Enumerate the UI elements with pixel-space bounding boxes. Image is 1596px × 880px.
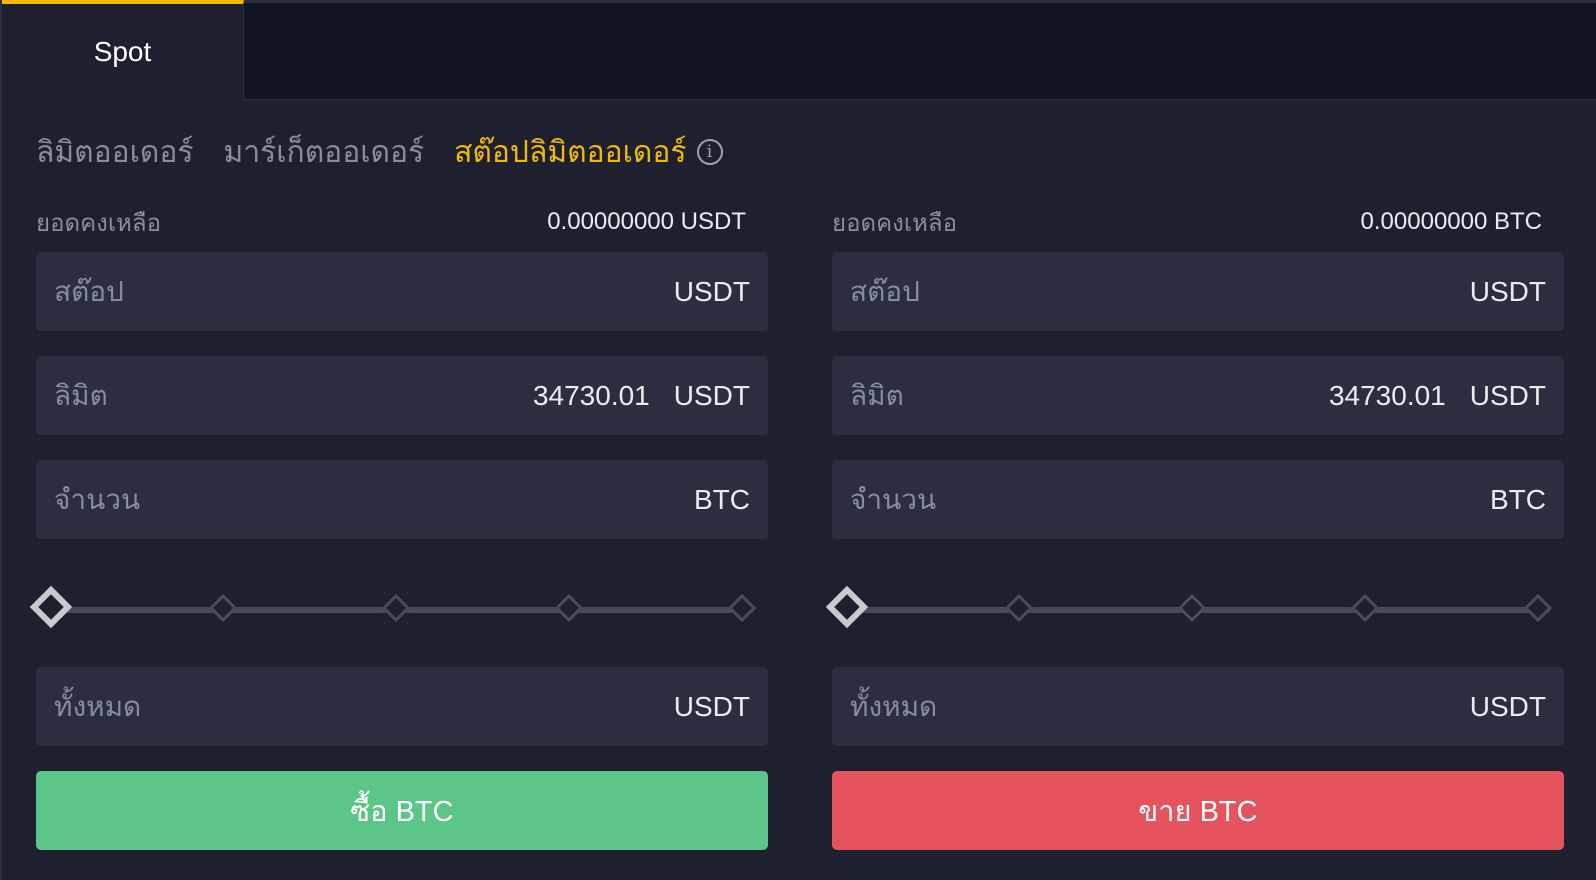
order-type-tabs: ลิมิตออเดอร์ มาร์เก็ตออเดอร์ สต๊อปลิมิตอ… [36,130,723,174]
buy-slider-step-25[interactable] [208,593,238,623]
tab-limit-order[interactable]: ลิมิตออเดอร์ [36,129,194,176]
tab-market-order[interactable]: มาร์เก็ตออเดอร์ [224,129,425,176]
sell-stop-label: สต๊อป [850,275,920,307]
buy-amount-unit: BTC [694,483,750,515]
sell-slider-handle[interactable] [825,585,869,629]
sell-balance-row: ยอดคงเหลือ 0.00000000 BTC [832,200,1564,244]
tab-bar-empty [244,0,1596,100]
sell-slider-step-75[interactable] [1350,593,1380,623]
info-icon[interactable]: i [696,139,723,165]
tab-bar: Spot [2,0,1596,100]
sell-percent-slider[interactable] [825,585,1564,631]
buy-slider-step-100[interactable] [727,593,757,623]
sell-stop-field[interactable]: สต๊อป USDT [832,252,1564,331]
sell-limit-unit: USDT [1469,379,1546,411]
buy-total-field[interactable]: ทั้งหมด USDT [36,667,768,746]
sell-slider-step-50[interactable] [1177,593,1207,623]
buy-stop-label: สต๊อป [54,275,124,307]
sell-total-label: ทั้งหมด [850,690,938,722]
buy-slider-handle[interactable] [29,585,73,629]
buy-btc-button[interactable]: ซื้อ BTC [36,771,768,850]
buy-slider-step-75[interactable] [554,593,584,623]
sell-slider-step-25[interactable] [1004,593,1034,623]
sell-limit-value[interactable]: 34730.01 [1329,380,1446,412]
buy-slider-step-50[interactable] [381,593,411,623]
sell-slider-step-100[interactable] [1523,593,1553,623]
buy-balance-row: ยอดคงเหลือ 0.00000000 USDT [36,200,768,244]
buy-stop-field[interactable]: สต๊อป USDT [36,252,768,331]
buy-stop-unit: USDT [673,275,750,307]
sell-total-unit: USDT [1469,690,1546,722]
sell-balance-value: 0.00000000 BTC [1360,208,1542,235]
sell-limit-label: ลิมิต [850,379,904,411]
buy-limit-value[interactable]: 34730.01 [533,380,650,412]
buy-total-unit: USDT [673,690,750,722]
sell-amount-unit: BTC [1490,483,1546,515]
sell-amount-field[interactable]: จำนวน BTC [832,460,1564,539]
buy-amount-label: จำนวน [54,483,141,515]
buy-balance-label: ยอดคงเหลือ [36,209,161,237]
sell-btc-button[interactable]: ขาย BTC [832,771,1564,850]
sell-limit-field[interactable]: ลิมิต 34730.01 USDT [832,356,1564,435]
tab-spot[interactable]: Spot [2,0,244,100]
buy-balance-value: 0.00000000 USDT [547,208,746,235]
buy-form: ยอดคงเหลือ 0.00000000 USDT สต๊อป USDT ลิ… [29,200,768,850]
sell-form: ยอดคงเหลือ 0.00000000 BTC สต๊อป USDT ลิม… [825,200,1564,850]
buy-limit-label: ลิมิต [54,379,108,411]
buy-limit-field[interactable]: ลิมิต 34730.01 USDT [36,356,768,435]
buy-percent-slider[interactable] [29,585,768,631]
sell-stop-unit: USDT [1469,275,1546,307]
sell-amount-label: จำนวน [850,483,937,515]
buy-limit-unit: USDT [673,379,750,411]
sell-total-field[interactable]: ทั้งหมด USDT [832,667,1564,746]
tab-stop-limit-order[interactable]: สต๊อปลิมิตออเดอร์ [454,129,686,176]
sell-balance-label: ยอดคงเหลือ [832,209,957,237]
trade-panel: Spot ลิมิตออเดอร์ มาร์เก็ตออเดอร์ สต๊อปล… [0,0,1596,880]
buy-amount-field[interactable]: จำนวน BTC [36,460,768,539]
buy-total-label: ทั้งหมด [54,690,142,722]
